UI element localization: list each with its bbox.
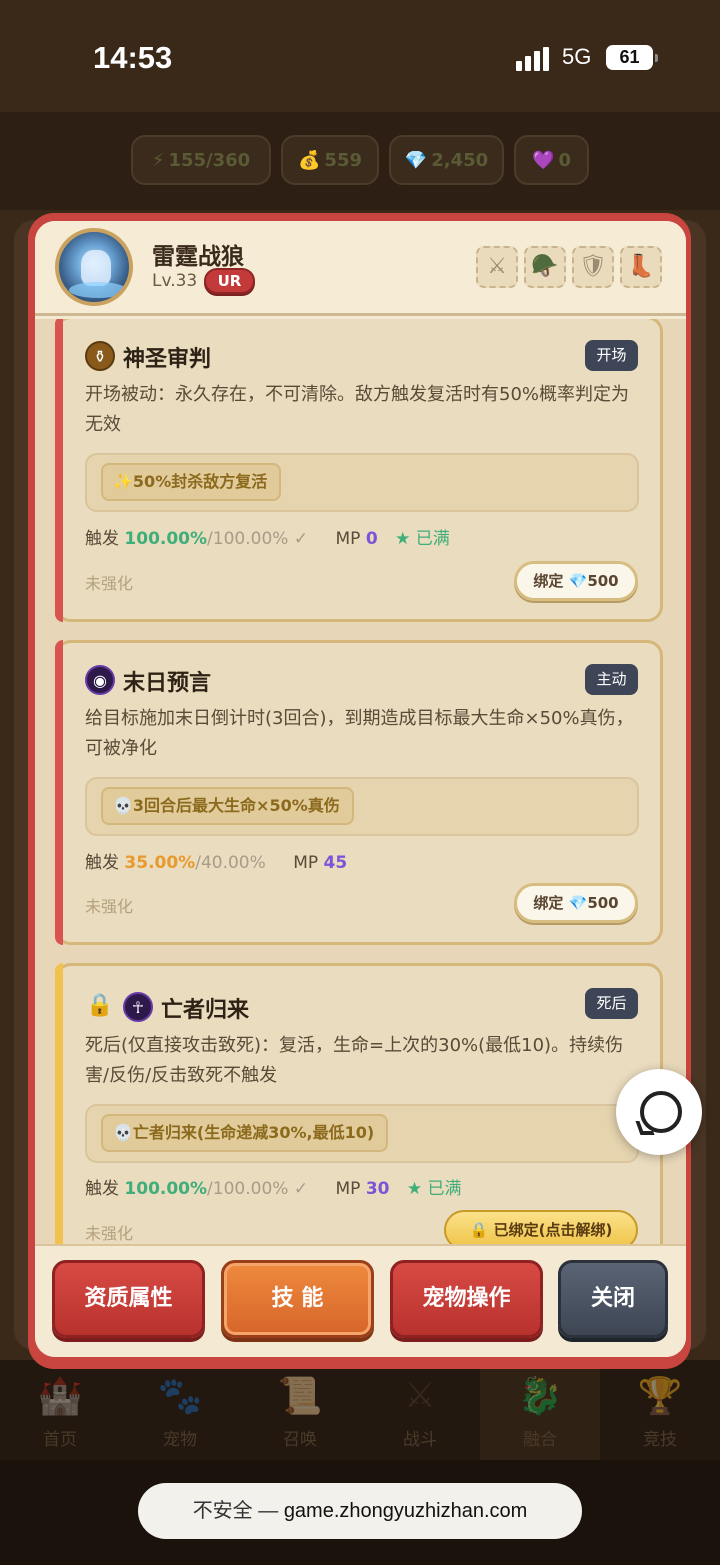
skill-effect-pill: ✨50%封杀敌方复活 bbox=[101, 463, 282, 501]
attributes-button[interactable]: 资质属性 bbox=[52, 1260, 205, 1338]
maxed-badge: ★ 已满 bbox=[395, 529, 450, 549]
enhance-status: 未强化 bbox=[85, 897, 134, 916]
skill-card: ◉ 末日预言 主动 给目标施加末日倒计时(3回合)，到期造成目标最大生命×50%… bbox=[55, 640, 663, 945]
skill-name: 神圣审判 bbox=[123, 347, 212, 372]
pet-level: Lv.33 bbox=[152, 271, 198, 291]
nav-home[interactable]: 🏰 首页 bbox=[20, 1375, 100, 1450]
shield-slot-icon[interactable]: 🛡 bbox=[572, 246, 614, 288]
castle-icon: 🏰 bbox=[37, 1376, 83, 1417]
unbind-button[interactable]: 🔒 已绑定(点击解绑) bbox=[444, 1210, 638, 1244]
holy-judgment-icon: ⚱ bbox=[85, 341, 115, 371]
skill-effect-pill: 💀3回合后最大生命×50%真伤 bbox=[101, 787, 354, 825]
money-bag-icon: 💰 bbox=[298, 149, 321, 171]
diamond-icon: 💎 bbox=[404, 149, 428, 171]
skill-card-accent bbox=[55, 640, 63, 945]
status-bar: 14:53 5G 61 bbox=[0, 0, 720, 112]
nav-battle[interactable]: ⚔ 战斗 bbox=[380, 1375, 460, 1450]
check-icon: ✓ bbox=[293, 529, 309, 549]
network-label: 5G bbox=[562, 44, 592, 69]
weapon-slot-icon[interactable]: ⚔ bbox=[476, 246, 518, 288]
skill-tag: 死后 bbox=[585, 988, 638, 1019]
lock-icon: 🔒 bbox=[86, 993, 114, 1018]
bottom-nav bbox=[0, 1360, 720, 1460]
url-bar[interactable]: 不安全 — game.zhongyuzhizhan.com bbox=[138, 1483, 582, 1539]
energy-resource: ⚡ 155/360 bbox=[131, 135, 271, 185]
skill-description: 死后(仅直接攻击致死)：复活，生命=上次的30%(最低10)。持续伤害/反伤/反… bbox=[85, 1035, 624, 1086]
close-button[interactable]: 关闭 bbox=[558, 1260, 668, 1338]
skill-list[interactable]: ⚱ 神圣审判 开场 开场被动：永久存在，不可清除。敌方触发复活时有50%概率判定… bbox=[35, 319, 686, 1244]
nav-arena[interactable]: 🏆 竞技 bbox=[620, 1375, 700, 1450]
bind-button[interactable]: 绑定 💎500 bbox=[514, 883, 638, 923]
skill-description: 给目标施加末日倒计时(3回合)，到期造成目标最大生命×50%真伤，可被净化 bbox=[85, 708, 634, 759]
skill-effect-box: 💀3回合后最大生命×50%真伤 bbox=[85, 777, 639, 836]
lock-icon: 🔒 bbox=[469, 1221, 489, 1239]
pet-avatar[interactable] bbox=[55, 228, 133, 306]
trophy-icon: 🏆 bbox=[637, 1376, 683, 1417]
pet-name: 雷霆战狼 bbox=[152, 244, 244, 270]
dragon-icon: 🐉 bbox=[517, 1376, 563, 1417]
boots-slot-icon[interactable]: 👢 bbox=[620, 246, 662, 288]
diamond-icon: 💎 bbox=[568, 894, 588, 912]
skill-tag: 主动 bbox=[585, 664, 638, 695]
pet-ops-button[interactable]: 宠物操作 bbox=[390, 1260, 543, 1338]
paw-icon: 🐾 bbox=[157, 1376, 203, 1417]
maxed-badge: ★ 已满 bbox=[406, 1179, 462, 1199]
pet-header: 雷霆战狼 Lv.33 UR ⚔ 🪖 🛡 👢 bbox=[35, 221, 686, 316]
skill-stats: 触发 100.00%/100.00% ✓ MP 30 ★ 已满 bbox=[85, 1179, 462, 1199]
skill-effect-box: 💀亡者归来(生命递减30%,最低10) bbox=[85, 1104, 639, 1163]
status-time: 14:53 bbox=[93, 40, 173, 75]
heart-resource: 💜 0 bbox=[514, 135, 589, 185]
energy-icon: ⚡ bbox=[151, 149, 165, 171]
skill-card: ⚱ 神圣审判 开场 开场被动：永久存在，不可清除。敌方触发复活时有50%概率判定… bbox=[55, 319, 663, 622]
diamond-icon: 💎 bbox=[568, 572, 588, 590]
heart-icon: 💜 bbox=[532, 149, 555, 171]
pet-detail-modal: 雷霆战狼 Lv.33 UR ⚔ 🪖 🛡 👢 ⚱ 神圣审判 开场 开场被动：永久存… bbox=[35, 221, 686, 1357]
skill-card-accent bbox=[55, 319, 63, 622]
skill-description: 开场被动：永久存在，不可清除。敌方触发复活时有50%概率判定为无效 bbox=[85, 384, 630, 435]
url-host: game.zhongyuzhizhan.com bbox=[283, 1500, 528, 1522]
revive-icon: ☥ bbox=[123, 992, 153, 1022]
skill-name: 末日预言 bbox=[123, 671, 212, 696]
scroll-icon: 📜 bbox=[277, 1376, 323, 1417]
skill-stats: 触发 100.00%/100.00% ✓ MP 0 ★ 已满 bbox=[85, 529, 450, 549]
nav-fusion[interactable]: 🐉 融合 bbox=[500, 1375, 580, 1450]
enhance-status: 未强化 bbox=[85, 1224, 134, 1243]
battery-icon: 61 bbox=[606, 45, 658, 70]
nav-pets[interactable]: 🐾 宠物 bbox=[140, 1375, 220, 1450]
enhance-status: 未强化 bbox=[85, 574, 134, 593]
gold-resource: 💰 559 bbox=[281, 135, 379, 185]
signal-icon bbox=[516, 47, 552, 71]
nav-summon[interactable]: 📜 召唤 bbox=[260, 1375, 340, 1450]
skill-effect-box: ✨50%封杀敌方复活 bbox=[85, 453, 639, 512]
skill-effect-pill: 💀亡者归来(生命递减30%,最低10) bbox=[101, 1114, 389, 1152]
skill-card: 🔒 ☥ 亡者归来 死后 死后(仅直接攻击致死)：复活，生命=上次的30%(最低1… bbox=[55, 963, 663, 1244]
diamond-resource: 💎 2,450 bbox=[389, 135, 504, 185]
chat-bubble-icon[interactable] bbox=[616, 1069, 702, 1155]
skill-card-accent bbox=[55, 963, 63, 1244]
rarity-badge: UR bbox=[204, 268, 255, 294]
bind-button[interactable]: 绑定 💎500 bbox=[514, 561, 638, 601]
skill-name: 亡者归来 bbox=[161, 998, 250, 1023]
doom-prophecy-icon: ◉ bbox=[85, 665, 115, 695]
skills-tab-button[interactable]: 技 能 bbox=[221, 1260, 374, 1338]
skill-tag: 开场 bbox=[585, 340, 638, 371]
modal-footer: 资质属性 技 能 宠物操作 关闭 bbox=[35, 1244, 686, 1357]
check-icon: ✓ bbox=[293, 1179, 309, 1199]
helmet-slot-icon[interactable]: 🪖 bbox=[524, 246, 566, 288]
crossed-swords-icon: ⚔ bbox=[403, 1375, 437, 1416]
skill-stats: 触发 35.00%/40.00% MP 45 bbox=[85, 853, 348, 873]
